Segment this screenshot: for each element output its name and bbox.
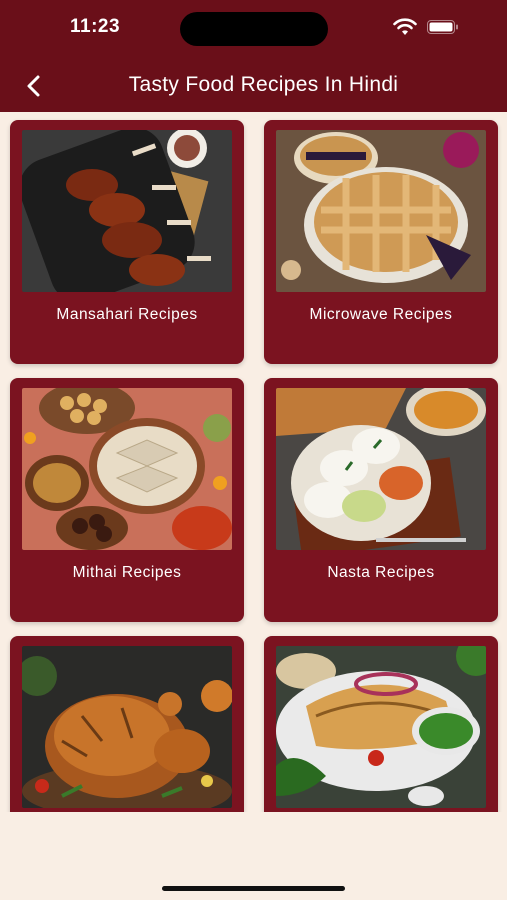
category-card-mansahari[interactable]: Mansahari Recipes	[10, 120, 244, 364]
app-header: 11:23 Tasty Food Recipes In Hindi	[0, 0, 507, 112]
roast-chicken-image	[22, 646, 232, 808]
page-title: Tasty Food Recipes In Hindi	[128, 73, 399, 96]
status-time: 11:23	[70, 16, 121, 37]
category-card-nasta[interactable]: Nasta Recipes	[264, 378, 498, 622]
recipe-category-grid: Mansahari Recipes Microwave Recipes Mith…	[0, 112, 507, 812]
category-card-paratha[interactable]	[264, 636, 498, 812]
paratha-image	[276, 646, 486, 808]
category-card-chicken[interactable]	[10, 636, 244, 812]
category-label: Mithai Recipes	[72, 564, 182, 581]
dynamic-island	[180, 12, 328, 46]
category-label: Mansahari Recipes	[56, 306, 198, 323]
nasta-image	[276, 388, 486, 550]
mithai-image	[22, 388, 232, 550]
microwave-image	[276, 130, 486, 292]
category-label: Nasta Recipes	[327, 564, 435, 581]
wifi-icon	[393, 18, 417, 35]
mansahari-image	[22, 130, 232, 292]
home-indicator	[162, 886, 345, 891]
category-card-mithai[interactable]: Mithai Recipes	[10, 378, 244, 622]
category-card-microwave[interactable]: Microwave Recipes	[264, 120, 498, 364]
category-label: Microwave Recipes	[309, 306, 453, 323]
battery-icon	[427, 20, 458, 34]
back-chevron-icon[interactable]	[22, 72, 48, 100]
